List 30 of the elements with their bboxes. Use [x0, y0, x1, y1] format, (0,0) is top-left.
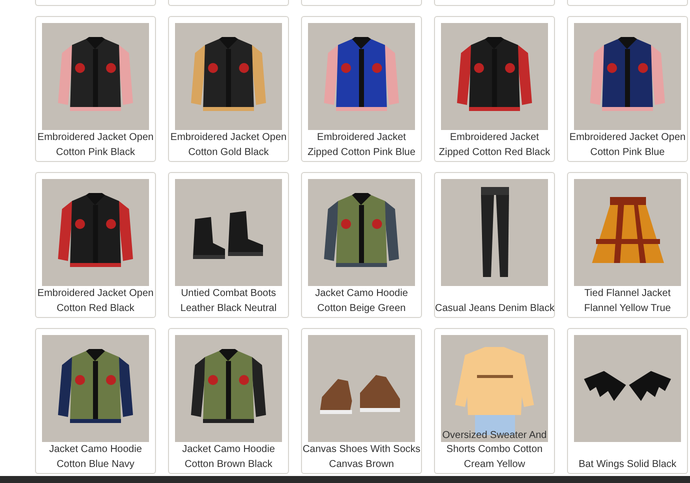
product-card[interactable]: Untied Combat Boots Leather Black Neutral	[168, 172, 289, 318]
product-card[interactable]: Canvas Shoes With Socks Canvas Brown	[301, 328, 422, 474]
product-name: Oversized Sweater And Shorts Combo Cotton Cream Yellow	[442, 428, 547, 472]
product-card[interactable]: Casual Jeans Denim Black	[434, 172, 555, 318]
product-name: Embroidered Jacket Open Cotton Pink Black	[37, 131, 154, 160]
product-card[interactable]: Jacket Camo Hoodie Cotton Beige Green	[301, 172, 422, 318]
product-card[interactable]: Embroidered Jacket Open Cotton Pink Black	[35, 16, 156, 162]
product-card[interactable]: Jacket Camo Hoodie Cotton Brown Black	[168, 328, 289, 474]
product-card[interactable]: Embroidered Jacket Zipped Cotton Red Black	[434, 16, 555, 162]
product-card[interactable]: Embroidered Jacket Open Cotton Pink Blue	[567, 16, 688, 162]
product-name: Untied Combat Boots Leather Black Neutral	[180, 287, 277, 316]
product-card[interactable]: Bat Wings Solid Black	[567, 328, 688, 474]
product-name: Embroidered Jacket Open Cotton Pink Blue	[569, 131, 686, 160]
product-card[interactable]: Tied Flannel Jacket Flannel Yellow True	[567, 172, 688, 318]
product-name: Canvas Shoes With Socks Canvas Brown	[302, 443, 420, 472]
product-name: Casual Jeans Denim Black	[435, 302, 554, 316]
product-card[interactable]: Embroidered Jacket Zipped Cotton Pink Blue	[301, 16, 422, 162]
product-name: Jacket Camo Hoodie Cotton Brown Black	[182, 443, 275, 472]
product-card[interactable]: Embroidered Jacket Open Cotton Red Black	[35, 172, 156, 318]
product-name: Embroidered Jacket Zipped Cotton Red Black	[438, 131, 550, 160]
product-name: Embroidered Jacket Open Cotton Gold Black	[170, 131, 287, 160]
product-name: Bat Wings Solid Black	[578, 458, 676, 472]
product-card[interactable]: Embroidered Jacket Open Cotton Gold Black	[168, 16, 289, 162]
product-name: Embroidered Jacket Zipped Cotton Pink Blue	[308, 131, 416, 160]
product-name: Tied Flannel Jacket Flannel Yellow True	[584, 287, 671, 316]
product-card[interactable]: Oversized Sweater And Shorts Combo Cotton Cream Yellow	[434, 328, 555, 474]
product-name: Jacket Camo Hoodie Cotton Blue Navy	[49, 443, 142, 472]
product-name: Jacket Camo Hoodie Cotton Beige Green	[315, 287, 408, 316]
product-name: Embroidered Jacket Open Cotton Red Black	[37, 287, 154, 316]
product-card[interactable]: Jacket Camo Hoodie Cotton Blue Navy	[35, 328, 156, 474]
